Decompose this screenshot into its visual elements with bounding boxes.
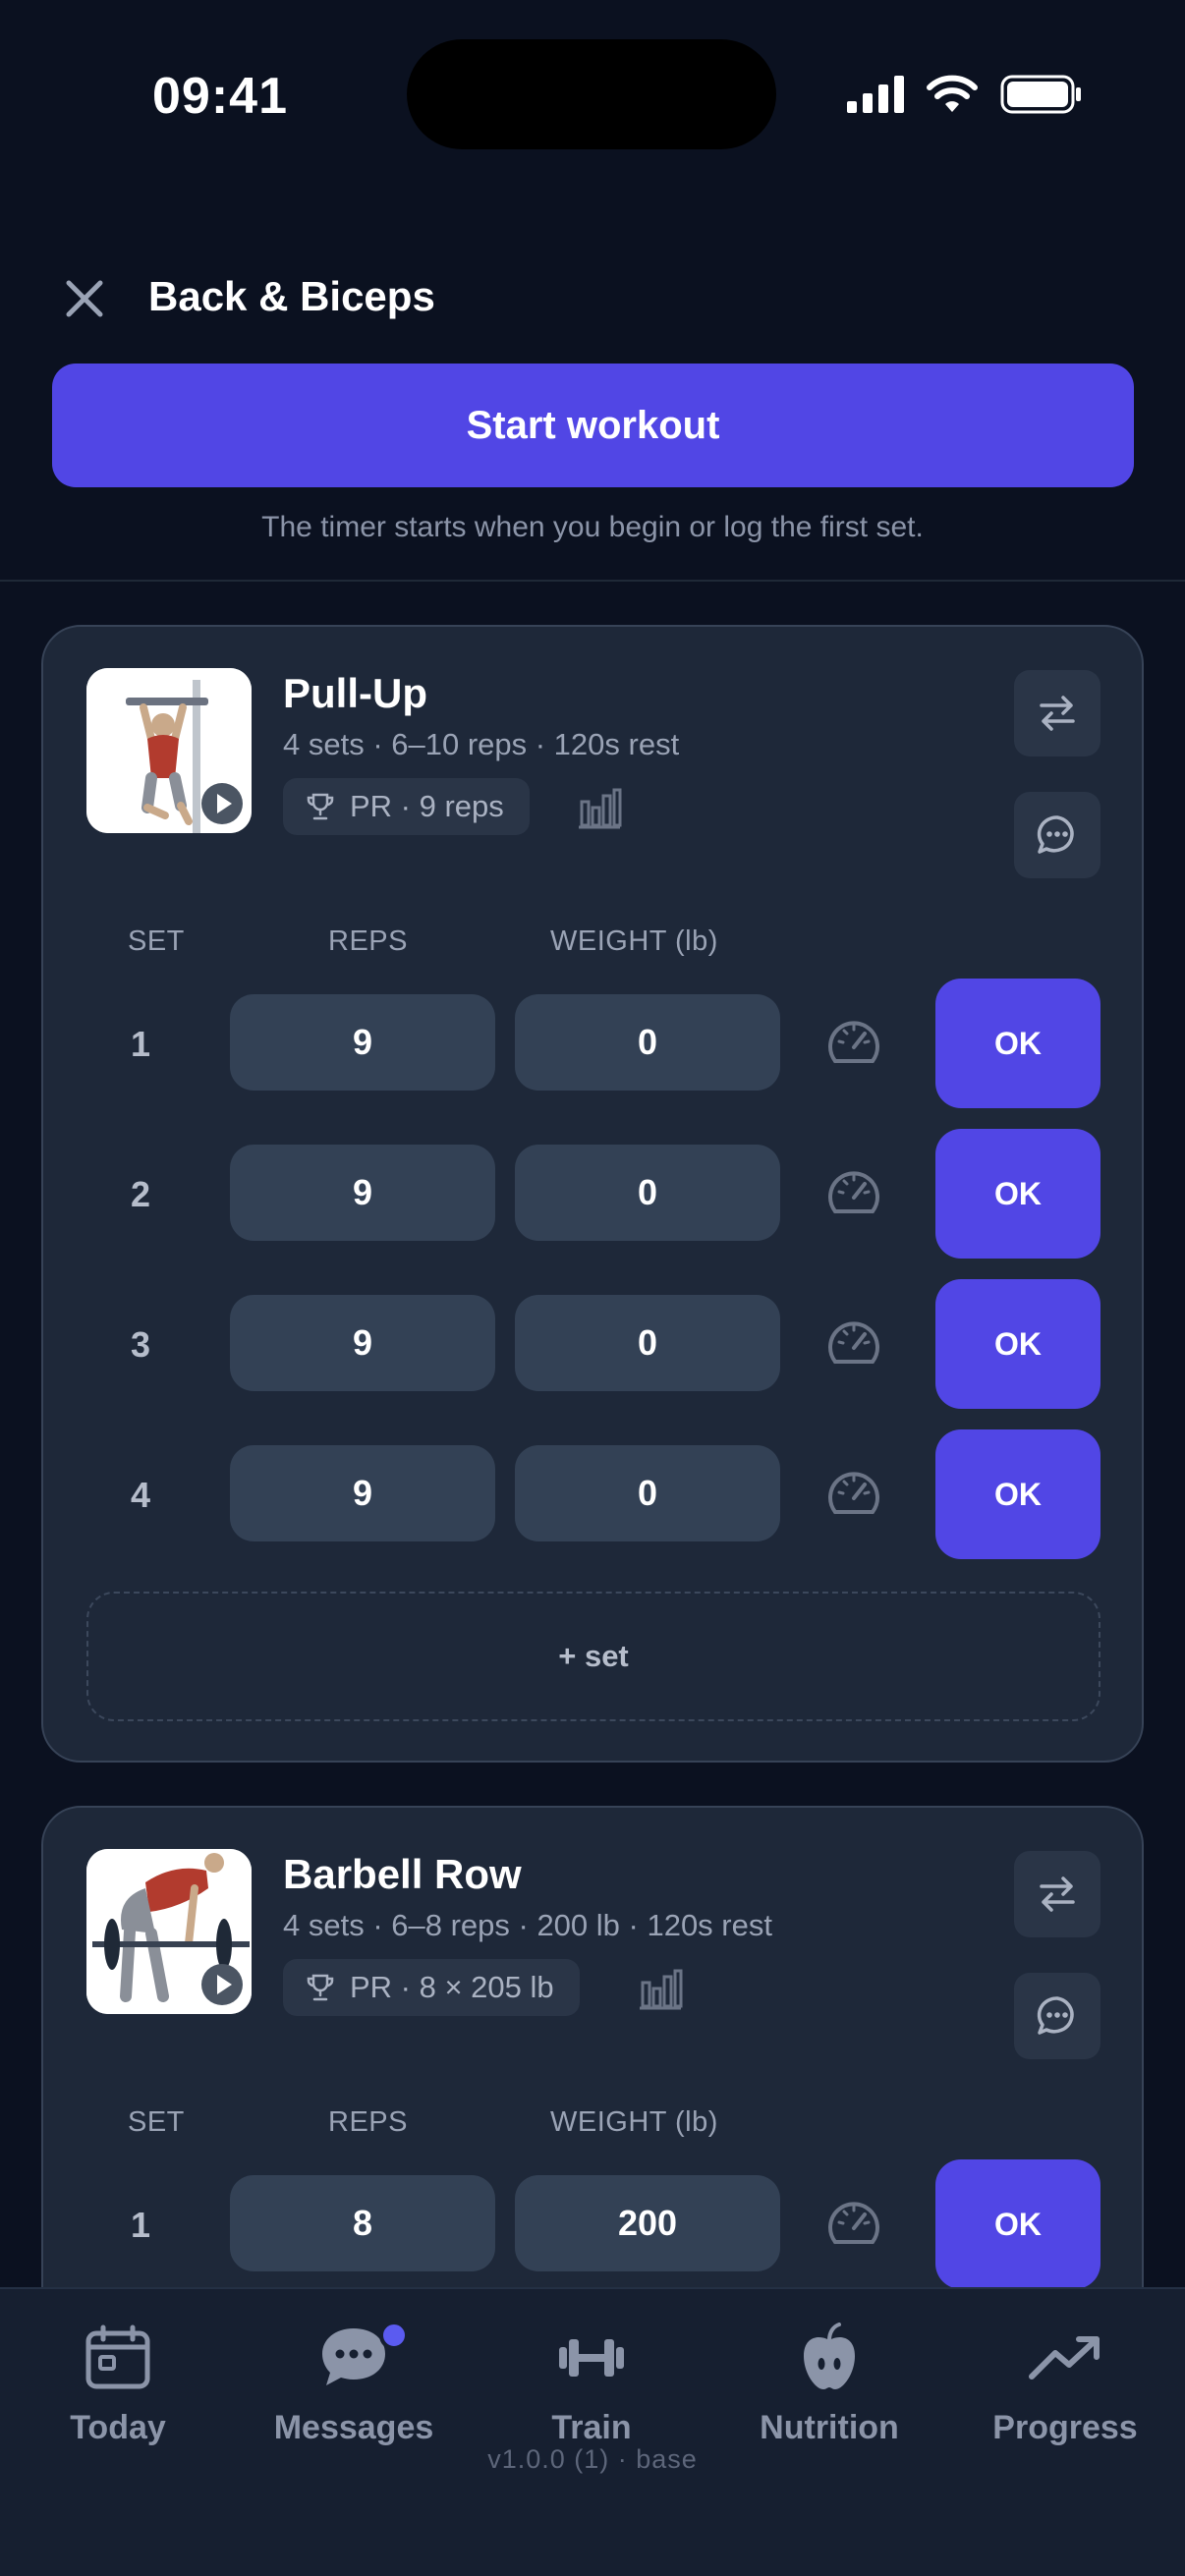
nav-label: Progress <box>992 2409 1138 2446</box>
personal-record-text: PR · 8 × 205 lb <box>350 1970 554 2004</box>
personal-record-badge: PR · 8 × 205 lb <box>283 1959 580 2016</box>
exercise-notes-button[interactable] <box>1014 1973 1100 2059</box>
weight-input[interactable]: 0 <box>515 1145 780 1241</box>
exercise-name[interactable]: Pull-Up <box>283 670 427 717</box>
status-icons <box>847 73 1083 116</box>
complete-set-button[interactable]: OK <box>935 1279 1100 1409</box>
nav-label: Today <box>70 2409 166 2446</box>
exercise-thumbnail[interactable] <box>86 1849 252 2014</box>
nav-item-messages[interactable]: Messages <box>246 2319 462 2447</box>
complete-set-button[interactable]: OK <box>935 1129 1100 1259</box>
swap-icon <box>1040 1876 1075 1912</box>
page-title: Back & Biceps <box>148 273 435 319</box>
reps-input[interactable]: 9 <box>230 1295 495 1391</box>
rpe-gauge-icon[interactable] <box>823 1012 884 1073</box>
rpe-gauge-icon[interactable] <box>823 1463 884 1524</box>
swap-exercise-button[interactable] <box>1014 1851 1100 1937</box>
history-chart-icon[interactable] <box>637 1965 684 2010</box>
battery-icon <box>1000 75 1081 114</box>
header-divider <box>0 580 1185 582</box>
nav-label: Nutrition <box>760 2409 899 2446</box>
unread-badge <box>379 2321 409 2350</box>
comment-icon <box>1037 1996 1074 2035</box>
weight-input[interactable]: 200 <box>515 2175 780 2271</box>
trophy-icon <box>307 793 334 820</box>
workout-screen: 09:41 Back & Biceps Start workout The ti… <box>0 0 1185 2576</box>
apple-icon <box>790 2319 869 2397</box>
set-number: 3 <box>130 1324 151 1365</box>
rpe-gauge-icon[interactable] <box>823 2193 884 2254</box>
nav-item-progress[interactable]: Progress <box>957 2319 1173 2447</box>
nav-label: Train <box>551 2409 632 2446</box>
set-number: 4 <box>130 1475 151 1515</box>
start-workout-button[interactable]: Start workout <box>52 364 1134 487</box>
exercise-thumbnail[interactable] <box>86 668 252 833</box>
bottom-nav: Today Messages Train Nutrition Progress <box>0 2287 1185 2576</box>
personal-record-text: PR · 9 reps <box>350 789 504 823</box>
play-video-icon[interactable] <box>200 1963 244 2006</box>
nav-label: Messages <box>273 2409 434 2446</box>
app-version: v1.0.0 (1) · base <box>487 2444 698 2474</box>
column-header-set: SET <box>128 2106 185 2138</box>
add-set-button[interactable]: + set <box>86 1592 1100 1721</box>
exercise-card: Pull-Up 4 sets · 6–10 reps · 120s rest P… <box>41 625 1144 1763</box>
nav-item-nutrition[interactable]: Nutrition <box>721 2319 937 2447</box>
nav-item-today[interactable]: Today <box>10 2319 226 2447</box>
complete-set-button[interactable]: OK <box>935 1429 1100 1559</box>
trending-up-icon <box>1026 2319 1104 2397</box>
trophy-icon <box>307 1974 334 2001</box>
set-number: 2 <box>130 1174 151 1214</box>
swap-exercise-button[interactable] <box>1014 670 1100 756</box>
complete-set-button[interactable]: OK <box>935 2159 1100 2289</box>
swap-icon <box>1040 696 1075 731</box>
weight-input[interactable]: 0 <box>515 994 780 1091</box>
cellular-signal-icon <box>847 76 904 113</box>
set-number: 1 <box>130 1024 151 1064</box>
column-header-reps: REPS <box>328 2106 408 2138</box>
exercise-prescription: 4 sets · 6–8 reps · 200 lb · 120s rest <box>283 1908 772 1942</box>
dumbbell-icon <box>552 2319 631 2397</box>
reps-input[interactable]: 9 <box>230 1145 495 1241</box>
weight-input[interactable]: 0 <box>515 1295 780 1391</box>
complete-set-button[interactable]: OK <box>935 979 1100 1108</box>
rpe-gauge-icon[interactable] <box>823 1162 884 1223</box>
set-number: 1 <box>130 2205 151 2245</box>
column-header-reps: REPS <box>328 925 408 957</box>
comment-icon <box>1037 815 1074 854</box>
weight-input[interactable]: 0 <box>515 1445 780 1541</box>
close-button[interactable] <box>57 271 112 326</box>
reps-input[interactable]: 9 <box>230 994 495 1091</box>
rpe-gauge-icon[interactable] <box>823 1313 884 1373</box>
wifi-icon <box>927 75 978 112</box>
reps-input[interactable]: 9 <box>230 1445 495 1541</box>
exercise-prescription: 4 sets · 6–10 reps · 120s rest <box>283 727 680 761</box>
exercise-name[interactable]: Barbell Row <box>283 1851 522 1898</box>
status-time: 09:41 <box>152 68 288 125</box>
exercise-notes-button[interactable] <box>1014 792 1100 878</box>
close-icon <box>66 280 103 317</box>
play-video-icon[interactable] <box>200 782 244 825</box>
column-header-weight: WEIGHT (lb) <box>550 925 718 957</box>
column-header-set: SET <box>128 925 185 957</box>
personal-record-badge: PR · 9 reps <box>283 778 530 835</box>
timer-hint: The timer starts when you begin or log t… <box>261 511 924 543</box>
reps-input[interactable]: 8 <box>230 2175 495 2271</box>
nav-item-train[interactable]: Train <box>483 2319 700 2447</box>
dynamic-island <box>407 39 776 149</box>
calendar-icon <box>79 2319 157 2397</box>
history-chart-icon[interactable] <box>576 784 623 829</box>
column-header-weight: WEIGHT (lb) <box>550 2106 718 2138</box>
